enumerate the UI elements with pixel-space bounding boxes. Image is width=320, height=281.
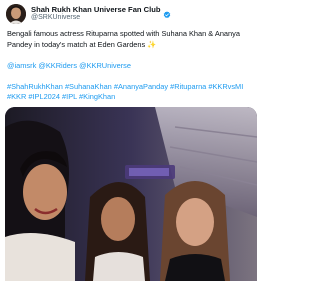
post-header: Shah Rukh Khan Universe Fan Club @SRKUni…: [6, 3, 258, 25]
verified-badge-icon: [163, 6, 171, 19]
hashtags-block: #ShahRukhKhan #SuhanaKhan #AnanyaPanday …: [7, 82, 259, 103]
hashtags-line[interactable]: #KKR #IPL2024 #IPL #KingKhan: [7, 92, 259, 103]
srk-portrait-avatar-icon: [6, 4, 26, 24]
author-handle[interactable]: @SRKUniverse: [31, 14, 171, 22]
selfie-photo-image: [5, 107, 257, 281]
hashtags-line[interactable]: #ShahRukhKhan #SuhanaKhan #AnanyaPanday …: [7, 82, 259, 93]
sparkle-emoji: ✨: [147, 39, 157, 49]
mention-link[interactable]: @KKRUniverse: [79, 61, 131, 70]
mention-link[interactable]: @KKRiders: [38, 61, 77, 70]
post-caption: Bengali famous actress Rituparna spotted…: [7, 29, 240, 49]
post-text: Bengali famous actress Rituparna spotted…: [7, 29, 259, 103]
post-photo[interactable]: [5, 107, 257, 281]
author-display-name[interactable]: Shah Rukh Khan Universe Fan Club: [31, 5, 161, 14]
mentions-line: @iamsrk @KKRiders @KKRUniverse: [7, 61, 259, 72]
author-avatar[interactable]: [6, 4, 26, 24]
mention-link[interactable]: @iamsrk: [7, 61, 36, 70]
